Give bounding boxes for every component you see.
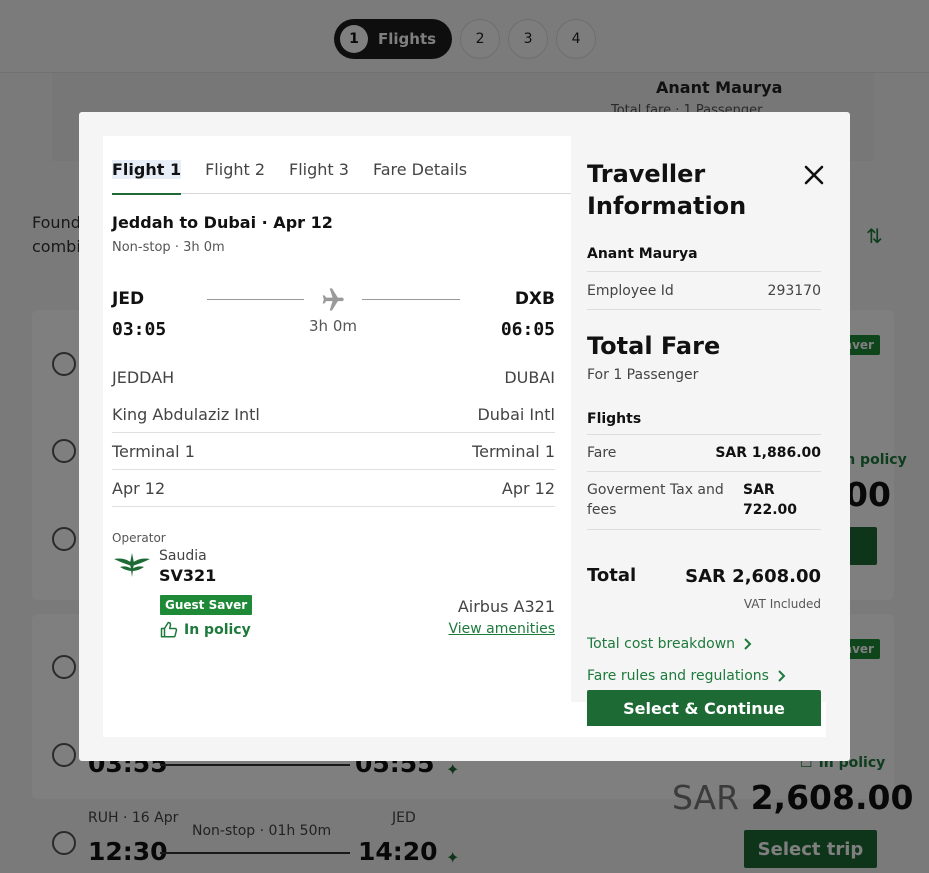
destination-code: DXB — [514, 289, 555, 309]
chevron-right-icon — [778, 670, 786, 682]
total-amount: SAR 2,608.00 — [685, 566, 821, 587]
flight-path-line — [362, 299, 460, 300]
employee-id-label: Employee Id — [587, 282, 674, 299]
tab-fare-details[interactable]: Fare Details — [373, 136, 467, 194]
arrival-time: 06:05 — [500, 319, 555, 340]
origin-city: JEDDAH — [112, 368, 175, 387]
chevron-right-icon — [744, 638, 752, 650]
departure-date: Apr 12 — [112, 478, 166, 498]
fare-row: Fare SAR 1,886.00 — [587, 435, 821, 472]
total-label: Total — [587, 565, 637, 586]
destination-terminal: Terminal 1 — [472, 441, 555, 461]
total-fare-subtitle: For 1 Passenger — [587, 367, 699, 383]
fare-badge: Guest Saver — [160, 595, 253, 615]
fare-rules-link[interactable]: Fare rules and regulations — [587, 668, 787, 684]
detail-row-city: JEDDAH DUBAI — [112, 359, 555, 396]
origin-airport: King Abdulaziz Intl — [112, 404, 260, 424]
employee-id-value: 293170 — [767, 282, 821, 299]
airline-name: Saudia — [159, 548, 207, 564]
saudia-logo-icon — [114, 553, 150, 577]
aircraft-type: Airbus A321 — [457, 597, 555, 616]
arrival-date: Apr 12 — [501, 478, 555, 498]
view-amenities-link[interactable]: View amenities — [448, 621, 555, 637]
departure-time: 03:05 — [112, 319, 167, 340]
title-line-2: Information — [587, 192, 747, 220]
title-line-1: Traveller — [587, 160, 706, 188]
total-cost-breakdown-link[interactable]: Total cost breakdown — [587, 636, 753, 652]
tab-label: Flight 1 — [112, 160, 182, 179]
fare-amount: SAR 1,886.00 — [715, 445, 821, 461]
destination-city: DUBAI — [504, 368, 555, 387]
origin-terminal: Terminal 1 — [112, 441, 195, 461]
route-title: Jeddah to Dubai · Apr 12 — [112, 213, 333, 232]
flights-heading: Flights — [587, 411, 821, 435]
in-policy-indicator: In policy — [160, 621, 251, 639]
origin-code: JED — [112, 289, 145, 309]
total-fare-title: Total Fare — [587, 332, 721, 360]
flight-details-modal: Flight 1 Flight 2 Flight 3 Fare Details … — [79, 112, 850, 761]
flight-path-line — [207, 299, 304, 300]
traveller-info-title: Traveller Information — [587, 158, 746, 222]
flight-tabs: Flight 1 Flight 2 Flight 3 Fare Details — [112, 136, 571, 195]
operator-label: Operator — [112, 531, 166, 545]
destination-airport: Dubai Intl — [477, 404, 555, 424]
airplane-icon — [322, 288, 344, 311]
link-label: Total cost breakdown — [587, 636, 736, 652]
tab-label: Flight 3 — [289, 160, 349, 179]
detail-row-date: Apr 12 Apr 12 — [112, 470, 555, 507]
tab-flight-3[interactable]: Flight 3 — [289, 136, 349, 194]
tab-label: Fare Details — [372, 160, 468, 179]
detail-row-airport: King Abdulaziz Intl Dubai Intl — [112, 396, 555, 433]
thumbs-up-icon — [160, 621, 178, 638]
tab-label: Flight 2 — [205, 160, 266, 179]
in-policy-text: In policy — [184, 622, 251, 638]
flight-duration: 3h 0m — [309, 317, 357, 335]
traveller-name: Anant Maurya — [587, 246, 821, 272]
tax-row: Goverment Tax and fees SAR 722.00 — [587, 472, 821, 530]
vat-note: VAT Included — [743, 597, 821, 611]
tax-amount: SAR 722.00 — [743, 482, 798, 518]
tab-flight-1[interactable]: Flight 1 — [112, 136, 182, 195]
detail-row-terminal: Terminal 1 Terminal 1 — [112, 433, 555, 470]
employee-id-row: Employee Id 293170 — [587, 272, 821, 310]
flight-number: SV321 — [159, 566, 217, 585]
route-subtitle: Non-stop · 3h 0m — [112, 240, 225, 255]
tax-label: Goverment Tax and fees — [587, 482, 724, 518]
close-icon[interactable] — [803, 164, 825, 186]
tab-flight-2[interactable]: Flight 2 — [205, 136, 265, 194]
select-continue-button[interactable]: Select & Continue — [587, 690, 821, 726]
link-label: Fare rules and regulations — [587, 668, 769, 684]
fare-label: Fare — [587, 445, 617, 461]
traveller-information-panel: Traveller Information Anant Maurya Emplo… — [571, 136, 826, 737]
flight-details-panel: Flight 1 Flight 2 Flight 3 Fare Details … — [103, 136, 571, 737]
